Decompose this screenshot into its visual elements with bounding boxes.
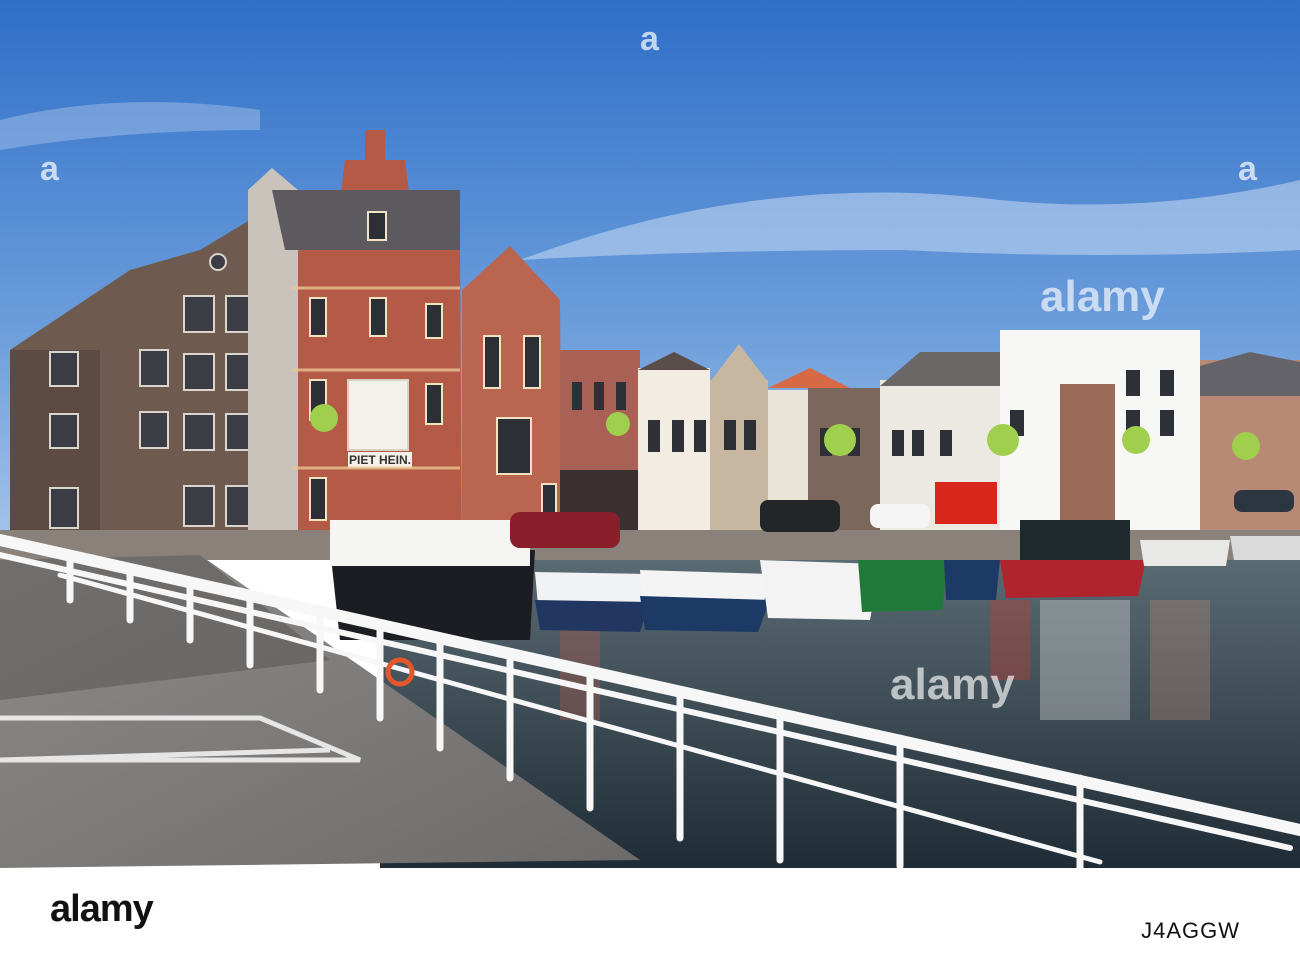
canal-houses [560,330,1300,540]
stock-footer-bar: alamy J4AGGW [0,868,1300,956]
building-sign-text: PIET HEIN. [349,453,411,467]
watermark-text: alamy [1040,272,1165,321]
watermark-logo: a [1238,150,1257,188]
stepped-gable-building: PIET HEIN. [248,130,462,545]
brand-logo: alamy [50,888,154,930]
watermark-logo: a [40,150,59,188]
watermark-text: alamy [890,660,1015,709]
harbor-photo: PIET HEIN. a a a alamy alamy [0,0,1300,868]
image-id-label: J4AGGW [1141,918,1240,943]
brick-gable-building [462,246,562,545]
red-container [935,482,997,524]
watermark-logo: a [640,20,659,58]
